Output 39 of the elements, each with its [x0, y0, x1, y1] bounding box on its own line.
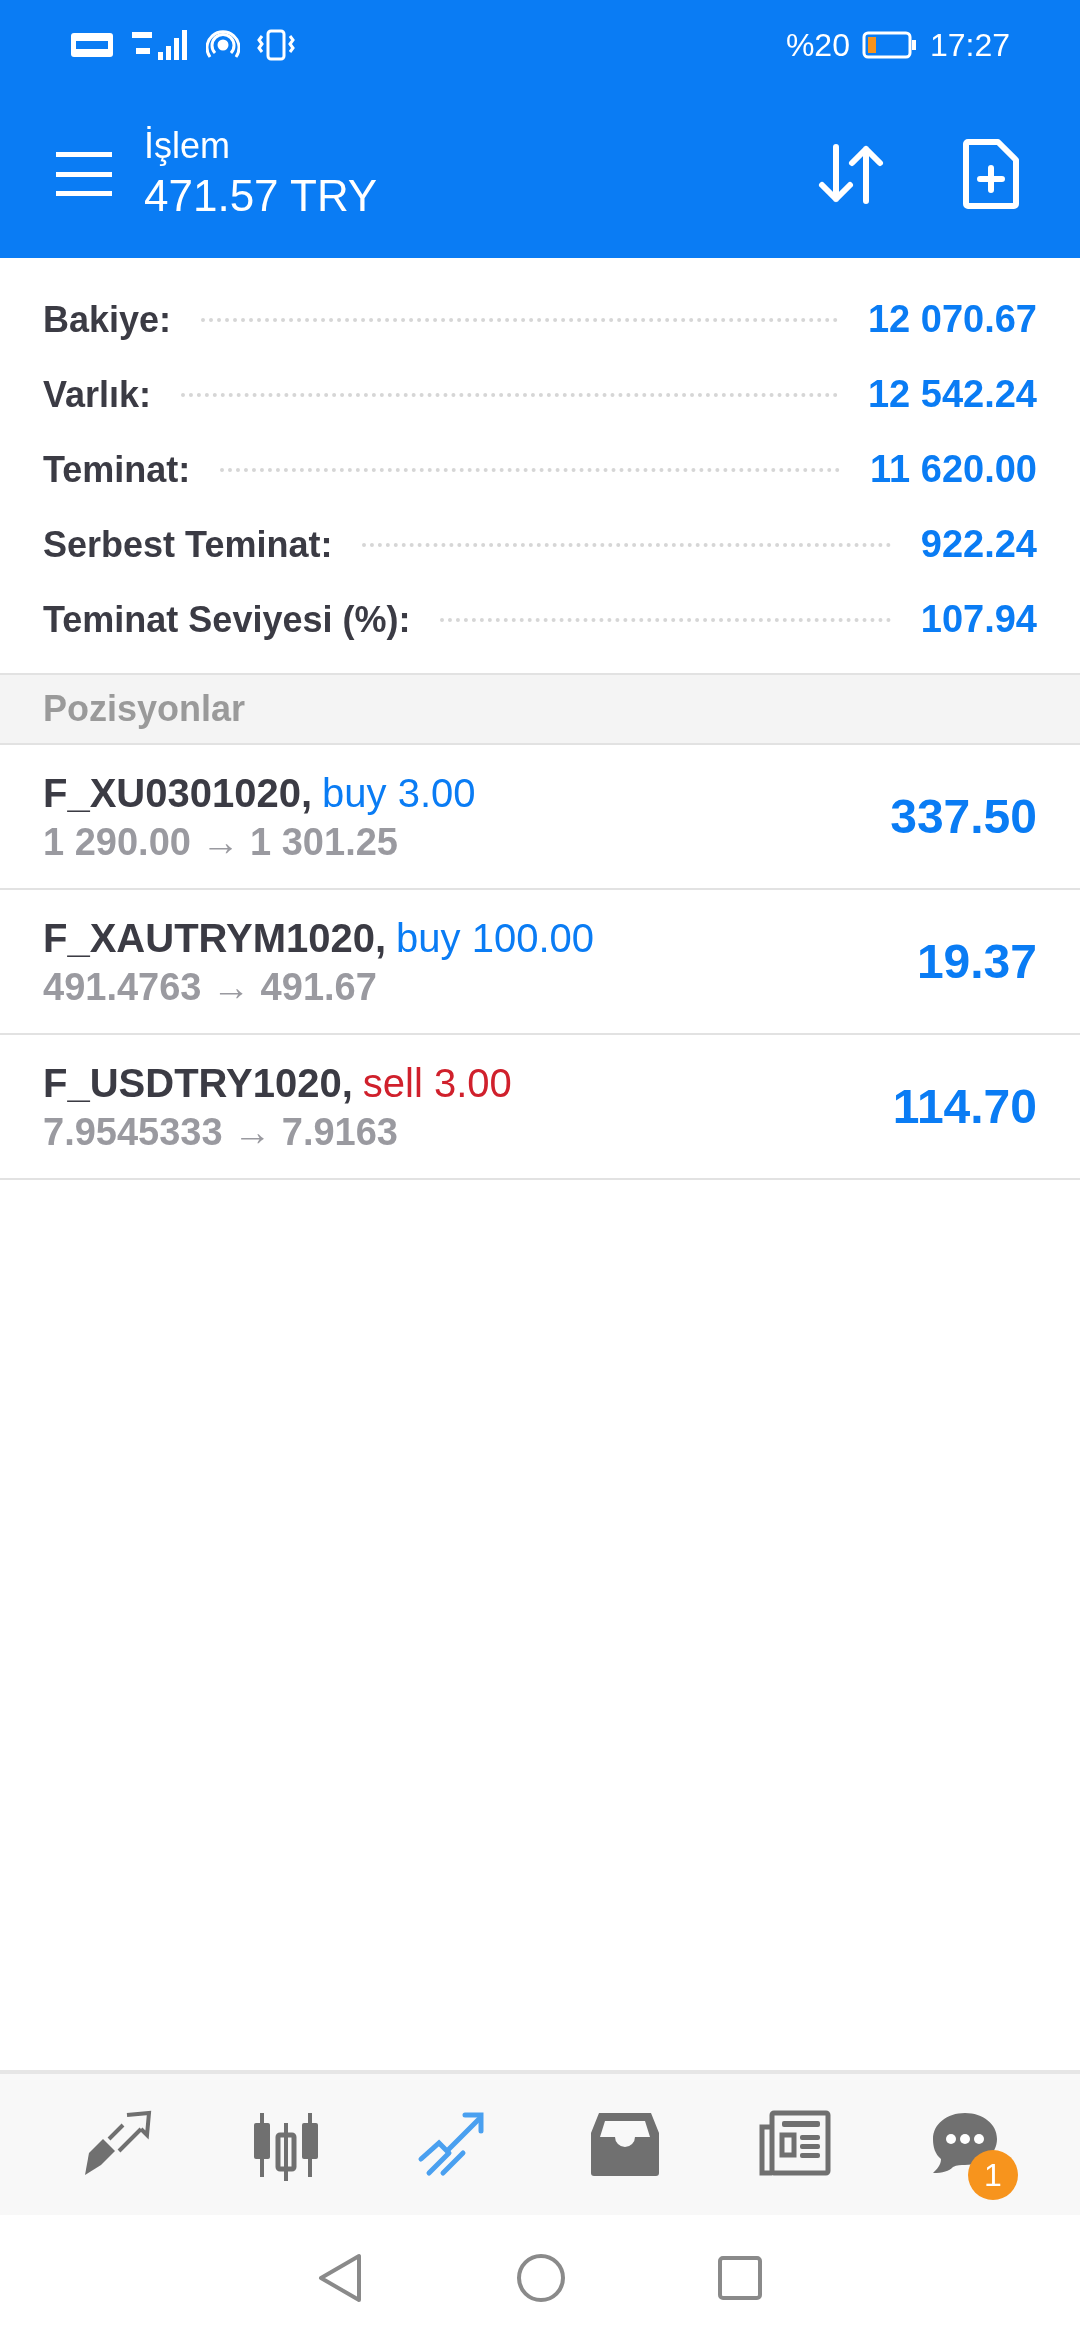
- price-change: 491.4763 → 491.67: [43, 964, 378, 1010]
- field-value: 12 542.24: [867, 372, 1037, 417]
- vibrate-icon: [256, 28, 296, 62]
- sort-icon: [816, 143, 886, 205]
- field-value: 922.24: [920, 522, 1037, 567]
- field-label: Varlık:: [43, 372, 152, 417]
- field-label: Bakiye:: [43, 297, 172, 342]
- profit: 19.37: [916, 933, 1037, 990]
- floating-profit: 471.57 TRY: [144, 170, 378, 222]
- field-label: Serbest Teminat:: [43, 522, 333, 567]
- field-label: Teminat:: [43, 447, 191, 492]
- section-header: Pozisyonlar: [43, 687, 246, 731]
- price-change: 1 290.00 → 1 301.25: [43, 819, 399, 865]
- order-type: buy 100.00: [396, 914, 595, 962]
- battery-percent: %20: [785, 26, 850, 65]
- profit: 114.70: [892, 1078, 1037, 1135]
- clock: 17:27: [929, 26, 1010, 65]
- add-document-icon: [962, 138, 1020, 210]
- recents-icon[interactable]: [717, 2254, 763, 2301]
- signal-icon: [130, 28, 190, 62]
- notification-badge: 1: [967, 2149, 1018, 2200]
- order-type: buy 3.00: [322, 769, 476, 817]
- field-value: 107.94: [920, 597, 1037, 642]
- screen-title: İşlem: [144, 124, 231, 168]
- profit: 337.50: [890, 788, 1037, 845]
- battery-icon: [861, 31, 918, 59]
- position-row[interactable]: F_USDTRY1020, sell 3.00 7.9545333 → 7.9163 114.70: [0, 1035, 1080, 1180]
- order-type: sell 3.00: [362, 1059, 512, 1107]
- field-label: Teminat Seviyesi (%):: [43, 597, 411, 642]
- position-row[interactable]: F_XU0301020, buy 3.00 1 290.00 → 1 301.25 337.50: [0, 745, 1080, 890]
- menu-button[interactable]: [56, 152, 112, 196]
- field-value: 12 070.67: [867, 297, 1037, 342]
- price-change: 7.9545333 → 7.9163: [43, 1109, 399, 1155]
- symbol: F_XU0301020,: [43, 769, 313, 817]
- position-row[interactable]: F_XAUTRYM1020, buy 100.00 491.4763 → 491.67 19.37: [0, 890, 1080, 1035]
- home-icon[interactable]: [515, 2251, 567, 2304]
- symbol: F_USDTRY1020,: [43, 1059, 353, 1107]
- symbol: F_XAUTRYM1020,: [43, 914, 387, 962]
- field-value: 11 620.00: [870, 447, 1037, 492]
